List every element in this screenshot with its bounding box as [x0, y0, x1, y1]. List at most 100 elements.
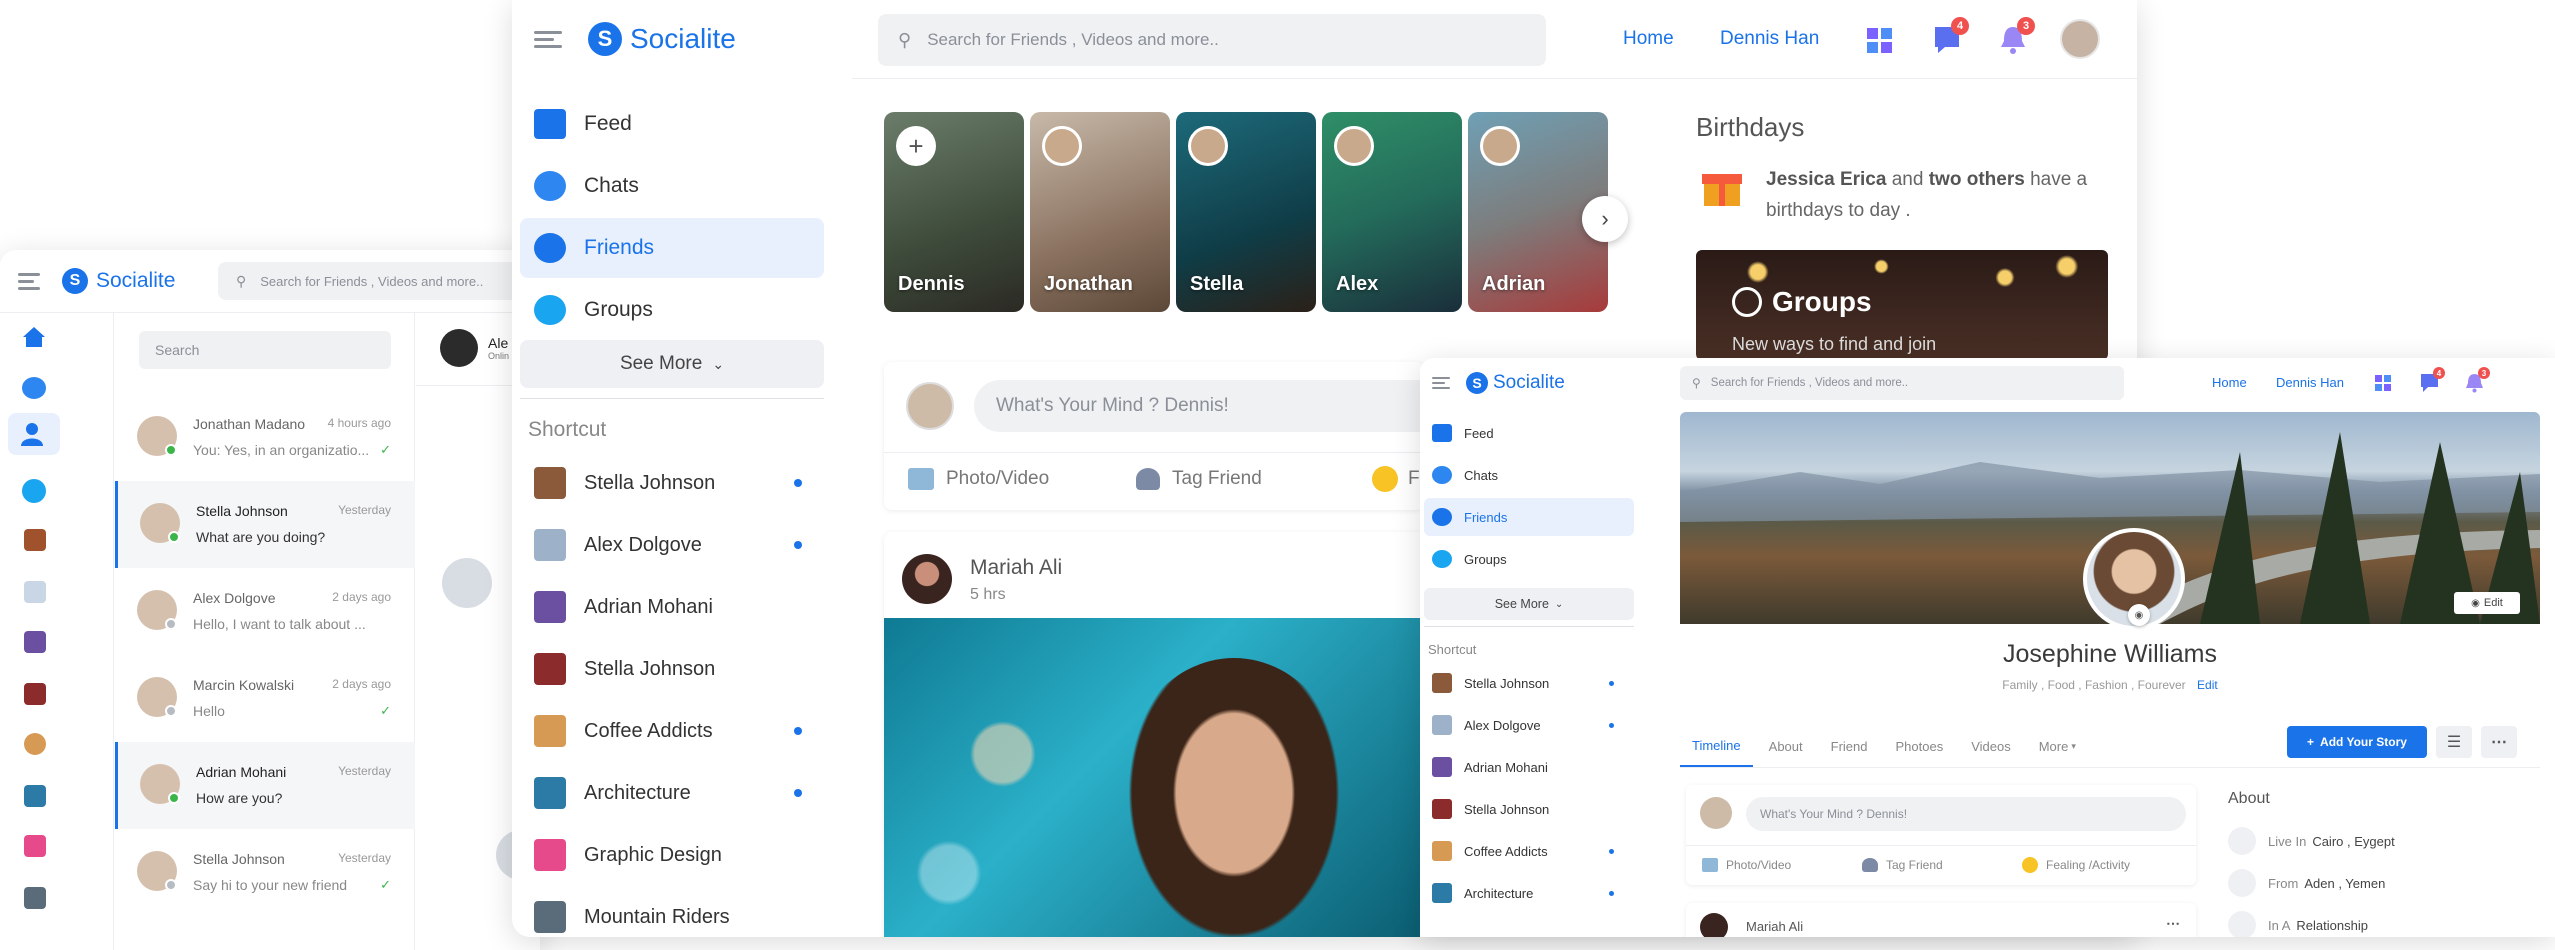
avatar-camera-icon[interactable]: ◉ — [2128, 604, 2150, 626]
groups-card[interactable]: Groups New ways to find and join — [1696, 250, 2108, 360]
apps-grid-icon[interactable] — [2374, 374, 2393, 393]
apps-grid-icon[interactable] — [1866, 27, 1894, 55]
shortcut-item[interactable]: Adrian Mohani — [520, 582, 824, 632]
see-more-button[interactable]: See More ⌄ — [1424, 588, 1634, 620]
shortcut-item[interactable]: Stella Johnson — [520, 644, 824, 694]
mountain-icon[interactable] — [24, 887, 46, 909]
menu-icon[interactable] — [18, 269, 40, 294]
birthday-others-link[interactable]: two others — [1929, 169, 2025, 190]
notifications-icon[interactable]: 3 — [2465, 367, 2490, 393]
conversation-item[interactable]: Alex Dolgove 2 days ago Hello, I want to t… — [115, 568, 415, 655]
post-options-icon[interactable]: ⋯ — [2166, 915, 2180, 932]
list-view-button[interactable]: ☰ — [2436, 726, 2472, 758]
shortcut-avatar[interactable] — [24, 581, 46, 603]
friends-icon-active[interactable] — [8, 413, 60, 455]
main-search-input[interactable]: ⚲ Search for Friends , Videos and more.. — [878, 14, 1546, 66]
nav-home-link[interactable]: Home — [1623, 28, 1674, 50]
tag-friend-button[interactable]: Tag Friend — [1862, 853, 1943, 877]
shortcut-item[interactable]: Alex Dolgove — [520, 520, 824, 570]
shortcut-item[interactable]: Graphic Design — [520, 830, 824, 880]
tab-more[interactable]: More ▾ — [2027, 725, 2088, 767]
shortcut-avatar[interactable] — [24, 683, 46, 705]
tab-timeline[interactable]: Timeline — [1680, 725, 1753, 767]
post-author[interactable]: Mariah Ali — [970, 556, 1062, 580]
groups-icon[interactable] — [22, 479, 46, 503]
notifications-icon[interactable]: 3 — [1999, 17, 2035, 55]
logo[interactable]: S Socialite — [588, 22, 736, 56]
tab-friend[interactable]: Friend — [1819, 725, 1880, 767]
composer-input[interactable]: What's Your Mind ? Dennis! — [974, 380, 1454, 432]
shortcut-item[interactable]: Adrian Mohani — [1424, 752, 1634, 782]
tab-about[interactable]: About — [1757, 725, 1815, 767]
shortcut-item[interactable]: Architecture — [520, 768, 824, 818]
sidebar-item-friends[interactable]: Friends — [1424, 498, 1634, 536]
logo[interactable]: S Socialite — [62, 268, 175, 294]
coffee-icon[interactable] — [24, 733, 46, 755]
shortcut-item[interactable]: Coffee Addicts — [520, 706, 824, 756]
shortcut-item[interactable]: Coffee Addicts — [1424, 836, 1634, 866]
shortcut-item[interactable]: Stella Johnson — [520, 458, 824, 508]
home-icon[interactable] — [22, 326, 46, 348]
story-card[interactable]: Jonathan — [1030, 112, 1170, 312]
sidebar-item-groups[interactable]: Groups — [520, 280, 824, 340]
story-card[interactable]: Stella — [1176, 112, 1316, 312]
shortcut-avatar[interactable] — [24, 631, 46, 653]
user-avatar[interactable] — [2060, 19, 2100, 59]
menu-icon[interactable] — [1432, 374, 1450, 392]
more-options-button[interactable]: ⋯ — [2481, 726, 2517, 758]
sidebar-item-friends[interactable]: Friends — [520, 218, 824, 278]
feeling-button[interactable]: Fealing /Activity — [2022, 853, 2130, 877]
chat-search-input[interactable]: ⚲ Search for Friends , Videos and more.. — [218, 262, 538, 300]
story-card[interactable]: Alex — [1322, 112, 1462, 312]
nav-user-link[interactable]: Dennis Han — [2276, 375, 2344, 390]
logo[interactable]: S Socialite — [1466, 372, 1565, 394]
conversation-item[interactable]: Marcin Kowalski 2 days ago Hello ✓ — [115, 655, 415, 742]
post-author[interactable]: Mariah Ali — [1746, 919, 1803, 934]
sidebar-item-groups[interactable]: Groups — [1424, 540, 1634, 578]
photo-video-button[interactable]: Photo/Video — [1702, 853, 1791, 877]
post-image[interactable] — [884, 618, 1424, 937]
birthday-person-link[interactable]: Jessica Erica — [1766, 169, 1886, 190]
tag-friend-button[interactable]: Tag Friend — [1136, 462, 1262, 496]
see-more-button[interactable]: See More ⌄ — [520, 340, 824, 388]
cover-edit-button[interactable]: ◉ Edit — [2454, 592, 2520, 614]
architecture-icon[interactable] — [24, 785, 46, 807]
sidebar-item-chats[interactable]: Chats — [1424, 456, 1634, 494]
add-story-icon[interactable]: + — [896, 126, 936, 166]
interests-edit-link[interactable]: Edit — [2197, 678, 2218, 692]
menu-icon[interactable] — [534, 27, 562, 52]
tab-videos[interactable]: Videos — [1959, 725, 2023, 767]
photo-video-button[interactable]: Photo/Video — [908, 462, 1049, 496]
add-story-button[interactable]: + Add Your Story — [2287, 726, 2427, 758]
design-icon[interactable] — [24, 835, 46, 857]
stories-next-button[interactable]: › — [1582, 196, 1628, 242]
sidebar-item-feed[interactable]: Feed — [520, 94, 824, 154]
conversation-item[interactable]: Jonathan Madano 4 hours ago You: Yes, in a… — [115, 394, 415, 481]
conversation-item[interactable]: Stella Johnson Yesterday Say hi to your ne… — [115, 829, 415, 916]
chat-icon[interactable] — [22, 377, 46, 399]
tab-photoes[interactable]: Photoes — [1884, 725, 1956, 767]
sidebar-item-chats[interactable]: Chats — [520, 156, 824, 216]
avatar[interactable] — [440, 329, 478, 367]
profile-search-input[interactable]: ⚲ Search for Friends , Videos and more.. — [1680, 366, 2124, 400]
messages-icon[interactable]: 4 — [1933, 17, 1969, 55]
avatar[interactable] — [902, 554, 952, 604]
avatar — [906, 382, 954, 430]
composer-input[interactable]: What's Your Mind ? Dennis! — [1746, 797, 2186, 831]
conversation-item[interactable]: Stella Johnson Yesterday What are you doin… — [115, 481, 415, 568]
shortcut-item[interactable]: Stella Johnson — [1424, 794, 1634, 824]
shortcut-item[interactable]: Mountain Riders — [520, 892, 824, 937]
conversation-search[interactable]: Search — [139, 331, 391, 369]
shortcut-avatar[interactable] — [24, 529, 46, 551]
shortcut-item[interactable]: Alex Dolgove — [1424, 710, 1634, 740]
shortcut-item[interactable]: Architecture — [1424, 878, 1634, 908]
nav-user-link[interactable]: Dennis Han — [1720, 28, 1819, 50]
avatar[interactable] — [1700, 913, 1728, 937]
nav-home-link[interactable]: Home — [2212, 375, 2247, 390]
conversation-preview: Say hi to your new friend — [193, 877, 348, 893]
messages-icon[interactable]: 4 — [2420, 367, 2445, 393]
conversation-item[interactable]: Adrian Mohani Yesterday How are you? — [115, 742, 415, 829]
story-card[interactable]: + Dennis — [884, 112, 1024, 312]
chat-contact-status: Onlin — [488, 351, 510, 361]
sidebar-item-feed[interactable]: Feed — [1424, 414, 1634, 452]
